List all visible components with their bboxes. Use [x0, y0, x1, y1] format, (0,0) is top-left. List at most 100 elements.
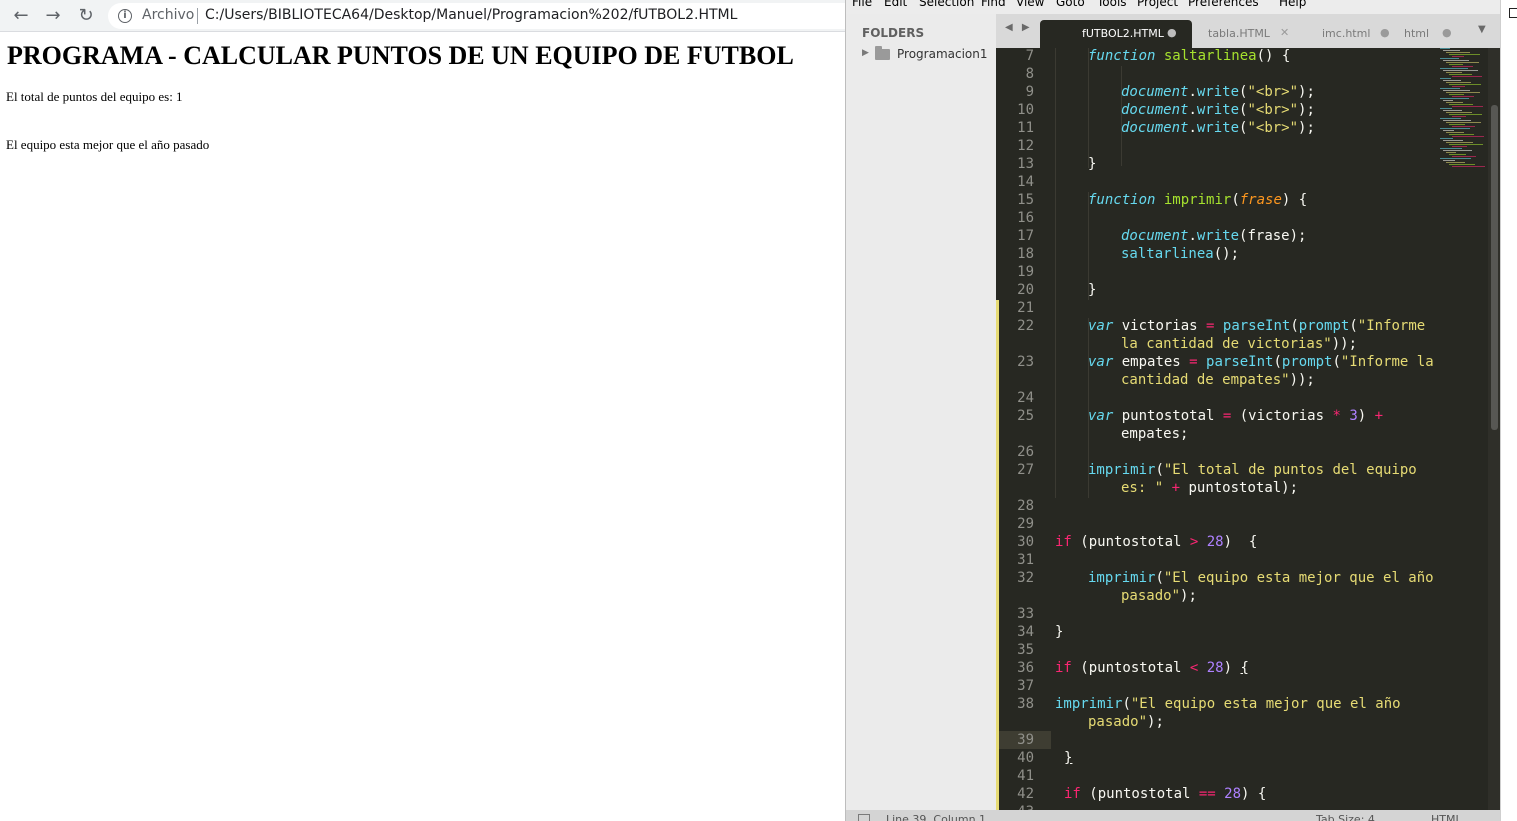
minimap-stroke — [1443, 110, 1462, 111]
info-icon[interactable]: i — [118, 9, 132, 23]
minimap-stroke — [1446, 162, 1465, 163]
menu-bar: File Edit Selection Find View Goto Tools… — [846, 0, 1501, 9]
minimap-stroke — [1449, 144, 1483, 145]
unsaved-dot-icon[interactable]: ● — [1442, 26, 1452, 39]
line-number: 16 — [1017, 210, 1034, 226]
minimap-stroke — [1440, 148, 1462, 149]
menu-edit[interactable]: Edit — [884, 0, 907, 9]
code-line-22: var victorias = parseInt(prompt("Informe — [1088, 318, 1426, 334]
menu-goto[interactable]: Goto — [1056, 0, 1085, 9]
minimap[interactable] — [1440, 48, 1488, 168]
syntax-mode[interactable]: HTML — [1431, 813, 1462, 821]
line-number: 9 — [1025, 84, 1034, 100]
menu-file[interactable]: File — [852, 0, 872, 9]
indent-guide — [1088, 48, 1089, 168]
line-number: 17 — [1017, 228, 1034, 244]
panel-toggle-icon[interactable] — [858, 814, 870, 821]
comparison-text: El equipo esta mejor que el año pasado — [6, 137, 210, 152]
tab-size[interactable]: Tab Size: 4 — [1316, 813, 1375, 821]
line-number: 35 — [1017, 642, 1034, 658]
line-number: 42 — [1017, 786, 1034, 802]
tab-nav-arrows-icon[interactable]: ◀ ▶ — [1005, 22, 1033, 33]
line-number: 27 — [1017, 462, 1034, 478]
line-number: 30 — [1017, 534, 1034, 550]
minimap-stroke — [1449, 114, 1482, 115]
close-icon[interactable]: ✕ — [1280, 26, 1289, 39]
url-text[interactable]: C:/Users/BIBLIOTECA64/Desktop/Manuel/Pro… — [205, 7, 737, 23]
minimap-stroke — [1449, 134, 1474, 135]
minimap-stroke — [1452, 146, 1467, 147]
scrollbar-thumb[interactable] — [1491, 105, 1498, 430]
code-line-13: } — [1088, 156, 1097, 172]
minimap-stroke — [1446, 132, 1464, 133]
reload-icon: ↻ — [78, 5, 94, 26]
minimap-stroke — [1449, 64, 1463, 65]
minimap-stroke — [1443, 70, 1478, 71]
minimap-stroke — [1452, 86, 1465, 87]
minimap-stroke — [1452, 156, 1476, 157]
menu-find[interactable]: Find — [981, 0, 1006, 9]
code-line-25-wrap: empates; — [1121, 426, 1189, 442]
minimap-stroke — [1449, 74, 1472, 75]
line-number: 10 — [1017, 102, 1034, 118]
folder-icon — [875, 46, 890, 60]
minimap-stroke — [1452, 136, 1484, 137]
tab-tabla[interactable]: tabla.HTML ✕ — [1208, 20, 1308, 48]
back-button[interactable]: ← — [9, 4, 33, 28]
code-line-30: if (puntostotal > 28) { — [1055, 534, 1258, 550]
minimap-stroke — [1440, 128, 1470, 129]
line-number: 31 — [1017, 552, 1034, 568]
window-edge — [1500, 0, 1517, 821]
minimap-stroke — [1440, 118, 1461, 119]
divider — [197, 8, 198, 24]
tab-imc[interactable]: imc.html ● — [1322, 20, 1392, 48]
tab-overflow-icon[interactable]: ▼ — [1478, 24, 1486, 35]
code-line-27-wrap: es: " + puntostotal); — [1121, 480, 1299, 496]
minimap-stroke — [1443, 140, 1463, 141]
security-label[interactable]: Archivo — [142, 7, 194, 23]
page-content: PROGRAMA - CALCULAR PUNTOS DE UN EQUIPO … — [0, 33, 845, 821]
code-line-22-wrap: la cantidad de victorias")); — [1121, 336, 1358, 352]
tab-html[interactable]: html ● — [1404, 20, 1464, 48]
line-number: 40 — [1017, 750, 1034, 766]
menu-selection[interactable]: Selection — [919, 0, 974, 9]
tab-label: fUTBOL2.HTML — [1082, 27, 1164, 40]
menu-help[interactable]: Help — [1279, 0, 1306, 9]
tab-bar: ◀ ▶ fUTBOL2.HTML ● tabla.HTML ✕ imc.html… — [996, 14, 1501, 48]
code-line-7: function saltarlinea() { — [1088, 48, 1291, 64]
line-number: 12 — [1017, 138, 1034, 154]
minimap-stroke — [1452, 116, 1466, 117]
arrow-left-icon: ← — [13, 5, 29, 26]
unsaved-dot-icon[interactable]: ● — [1380, 26, 1390, 39]
menu-view[interactable]: View — [1016, 0, 1044, 9]
forward-button[interactable]: → — [41, 4, 65, 28]
folder-label[interactable]: Programacion1 — [897, 47, 988, 61]
sidebar: FOLDERS ▶ Programacion1 — [846, 14, 996, 810]
address-bar[interactable]: i Archivo C:/Users/BIBLIOTECA64/Desktop/… — [108, 3, 845, 29]
line-number: 14 — [1017, 174, 1034, 190]
line-number: 38 — [1017, 696, 1034, 712]
line-number: 11 — [1017, 120, 1034, 136]
tab-label: html — [1404, 27, 1430, 40]
minimap-stroke — [1440, 138, 1453, 139]
maximize-icon[interactable] — [1509, 8, 1517, 18]
code-line-20: } — [1088, 282, 1097, 298]
menu-project[interactable]: Project — [1137, 0, 1178, 9]
code-area[interactable]: 7 8 9 10 11 12 13 14 15 16 17 18 19 20 21 22 23 24 25 26 27 2… — [996, 48, 1501, 810]
browser-toolbar: ← → ↻ i Archivo C:/Users/BIBLIOTECA64/De… — [0, 0, 845, 32]
caret-right-icon[interactable]: ▶ — [862, 48, 869, 58]
code-line-36: if (puntostotal < 28) { — [1055, 660, 1249, 676]
menu-preferences[interactable]: Preferences — [1188, 0, 1259, 9]
line-number: 41 — [1017, 768, 1034, 784]
unsaved-dot-icon[interactable]: ● — [1167, 26, 1177, 39]
minimap-stroke — [1452, 126, 1475, 127]
line-number: 25 — [1017, 408, 1034, 424]
minimap-stroke — [1440, 158, 1471, 159]
result-text: El total de puntos del equipo es: 1 — [6, 89, 183, 104]
reload-button[interactable]: ↻ — [74, 4, 98, 28]
minimap-stroke — [1443, 120, 1471, 121]
menu-tools[interactable]: Tools — [1097, 0, 1127, 9]
tab-futbol2[interactable]: fUTBOL2.HTML ● — [1040, 20, 1192, 48]
line-number: 32 — [1017, 570, 1034, 586]
code-line-25: var puntostotal = (victorias * 3) + — [1088, 408, 1384, 424]
